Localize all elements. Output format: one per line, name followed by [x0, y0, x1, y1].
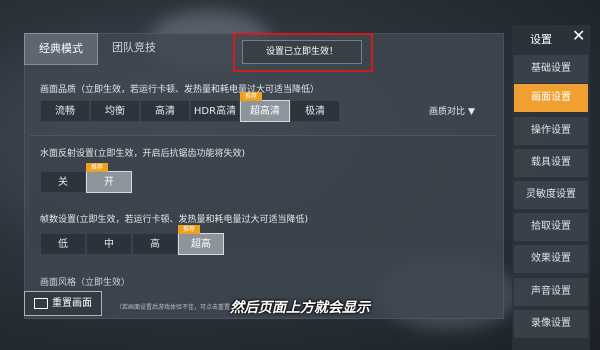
quality-option-ultra-hd[interactable]: 推荐 超高清: [240, 92, 290, 122]
quality-option-hdr[interactable]: HDR高清: [190, 100, 240, 122]
quality-option-balanced[interactable]: 均衡: [90, 100, 140, 122]
water-reflection-on[interactable]: 推荐 开: [86, 163, 132, 193]
frame-rate-ultra-label: 超高: [191, 239, 211, 250]
tab-team-deathmatch[interactable]: 团队竞技: [98, 33, 170, 63]
quality-compare-label: 画质对比: [429, 107, 466, 117]
sidebar-item-pickup[interactable]: 拾取设置: [514, 213, 588, 241]
water-reflection-options: 关 推荐 开: [40, 163, 132, 193]
graphics-quality-title: 画面品质（立即生效，若运行卡顿、发热量和耗电量过大可适当降低）: [40, 85, 320, 95]
sidebar-item-basic[interactable]: 基础设置: [514, 55, 588, 83]
frame-rate-low[interactable]: 低: [40, 233, 86, 255]
frame-rate-title: 帧数设置(立即生效，若运行卡顿、发热量和耗电量过大可适当降低): [40, 215, 309, 225]
water-reflection-off[interactable]: 关: [40, 171, 86, 193]
sidebar-item-graphics[interactable]: 画面设置: [514, 84, 588, 112]
sidebar-title: 设置: [530, 33, 552, 46]
frame-rate-medium[interactable]: 中: [86, 233, 132, 255]
water-reflection-title: 水面反射设置(立即生效，开启后抗锯齿功能将失效): [40, 149, 246, 159]
triangle-down-icon: ▼: [468, 107, 475, 117]
quality-option-ultra-hd-label: 超高清: [250, 106, 280, 117]
frame-rate-ultra[interactable]: 推荐 超高: [178, 225, 224, 255]
sidebar-item-controls[interactable]: 操作设置: [514, 117, 588, 145]
recommend-badge: 推荐: [240, 92, 262, 101]
mode-tabs: 经典模式 团队竞技: [24, 33, 170, 65]
annotation-highlight-box: [233, 33, 373, 72]
water-reflection-on-label: 开: [104, 177, 114, 188]
close-icon[interactable]: ✕: [572, 25, 585, 47]
tab-classic-mode[interactable]: 经典模式: [24, 33, 98, 65]
quality-option-hd[interactable]: 高清: [140, 100, 190, 122]
frame-rate-high[interactable]: 高: [132, 233, 178, 255]
quality-compare-dropdown[interactable]: 画质对比 ▼: [429, 104, 475, 117]
recommend-badge: 推荐: [178, 225, 200, 234]
graphics-style-title: 画面风格（立即生效）: [40, 278, 131, 288]
sidebar-item-effects[interactable]: 效果设置: [514, 245, 588, 273]
frame-rate-options: 低 中 高 推荐 超高: [40, 225, 224, 255]
video-caption: 然后页面上方就会显示: [230, 300, 370, 316]
recommend-badge: 推荐: [86, 163, 108, 172]
graphics-quality-options: 流畅 均衡 高清 HDR高清 推荐 超高清 极清: [40, 92, 340, 122]
quality-option-smooth[interactable]: 流畅: [40, 100, 90, 122]
sidebar-item-sensitivity[interactable]: 灵敏度设置: [514, 181, 588, 209]
sidebar-item-vehicle[interactable]: 载具设置: [514, 149, 588, 177]
quality-option-extreme[interactable]: 极清: [290, 100, 340, 122]
